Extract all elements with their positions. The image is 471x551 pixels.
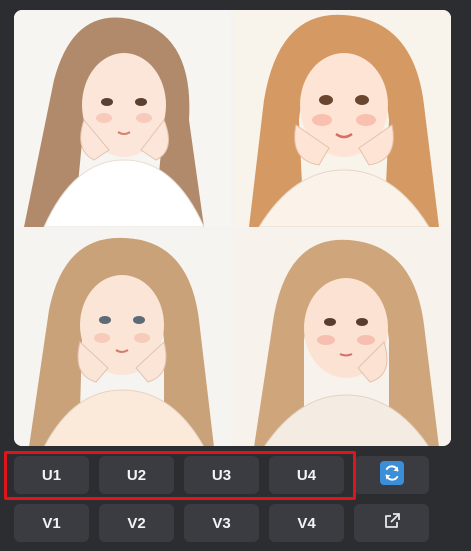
- upscale-3-button[interactable]: U3: [184, 456, 259, 494]
- reroll-icon: [379, 461, 404, 489]
- variation-4-button[interactable]: V4: [269, 504, 344, 542]
- generated-image-grid[interactable]: [14, 10, 451, 446]
- portrait-illustration-4: [234, 230, 451, 446]
- image-tile-1[interactable]: [14, 10, 231, 227]
- reroll-button[interactable]: [354, 456, 429, 494]
- variation-2-label: V2: [127, 514, 146, 532]
- message-header-sliver: [0, 0, 471, 8]
- image-tile-2[interactable]: [234, 10, 451, 227]
- variation-3-button[interactable]: V3: [184, 504, 259, 542]
- upscale-3-label: U3: [211, 466, 232, 484]
- image-tile-3[interactable]: [14, 230, 231, 446]
- variation-1-label: V1: [42, 514, 61, 532]
- portrait-illustration-3: [14, 230, 231, 446]
- variation-4-label: V4: [297, 514, 316, 532]
- variation-3-label: V3: [212, 514, 231, 532]
- upscale-1-button[interactable]: U1: [14, 456, 89, 494]
- portrait-illustration-1: [14, 10, 231, 227]
- upscale-2-button[interactable]: U2: [99, 456, 174, 494]
- open-external-button[interactable]: [354, 504, 429, 542]
- upscale-4-label: U4: [296, 466, 317, 484]
- image-tile-4[interactable]: [234, 230, 451, 446]
- upscale-2-label: U2: [126, 466, 147, 484]
- variation-2-button[interactable]: V2: [99, 504, 174, 542]
- upscale-4-button[interactable]: U4: [269, 456, 344, 494]
- variation-1-button[interactable]: V1: [14, 504, 89, 542]
- open-external-icon: [382, 511, 402, 535]
- portrait-illustration-2: [234, 10, 451, 227]
- upscale-1-label: U1: [41, 466, 62, 484]
